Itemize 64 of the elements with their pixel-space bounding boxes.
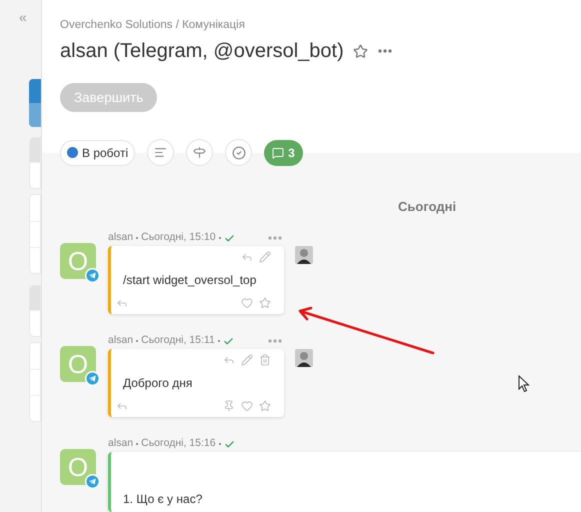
favorite-button[interactable] (258, 296, 272, 310)
reply-icon (116, 400, 128, 412)
contact-avatar: O (60, 346, 96, 382)
favorite-icon (259, 297, 271, 309)
like-icon (241, 297, 253, 309)
message-text: Доброго дня (123, 375, 194, 392)
collapse-button[interactable]: « (19, 7, 27, 28)
more-button[interactable] (378, 49, 392, 54)
sidebar-tab[interactable] (29, 285, 41, 337)
more-icon (268, 339, 282, 343)
star-icon (352, 44, 368, 59)
favorite-button[interactable] (352, 44, 368, 59)
sidebar-tab[interactable] (29, 194, 41, 274)
edit-button[interactable] (240, 353, 254, 367)
like-button[interactable] (240, 296, 254, 310)
checklist-button[interactable] (225, 139, 252, 166)
comments-button[interactable]: 3 (264, 140, 303, 166)
page-title: alsan (Telegram, @oversol_bot) (60, 39, 344, 64)
pin-icon (223, 400, 235, 412)
contact-avatar: O (60, 449, 96, 485)
text-lines-icon (154, 146, 168, 160)
message-text: /start widget_oversol_top (123, 272, 258, 289)
message-author: alsan (108, 333, 134, 348)
edit-icon (241, 354, 253, 366)
reply-icon (223, 354, 235, 366)
message-author: alsan (108, 230, 134, 246)
date-divider: Сьогодні (398, 198, 456, 216)
signpost-icon (193, 146, 206, 160)
more-button[interactable] (268, 339, 282, 343)
sidebar-tab[interactable] (29, 342, 41, 422)
delete-icon (259, 354, 271, 366)
sidebar-tab[interactable] (29, 79, 41, 127)
user-avatar (295, 349, 313, 367)
check-circle-icon (232, 146, 246, 160)
telegram-icon (85, 371, 100, 386)
description-button[interactable] (147, 139, 174, 166)
favorite-icon (259, 400, 271, 412)
sidebar-tab[interactable] (29, 137, 41, 189)
more-button[interactable] (268, 236, 282, 240)
telegram-icon (85, 474, 100, 489)
message-time: Сьогодні, 15:10 (141, 230, 216, 246)
signpost-button[interactable] (186, 139, 214, 166)
message-time: Сьогодні, 15:16 (141, 436, 216, 452)
message-time: Сьогодні, 15:11 (141, 333, 215, 348)
telegram-icon (85, 268, 100, 283)
favorite-button[interactable] (258, 399, 272, 413)
message-author: alsan (108, 436, 134, 452)
more-icon (268, 236, 282, 240)
comment-icon (272, 146, 284, 159)
user-avatar (295, 246, 313, 264)
message-text: 1. Що є у нас? (123, 491, 204, 508)
reply-icon (116, 297, 128, 309)
edit-icon (259, 251, 271, 263)
more-icon (378, 49, 392, 54)
reply-icon (241, 251, 253, 263)
breadcrumb[interactable]: Overchenko Solutions / Комунікація (60, 17, 581, 34)
edit-button[interactable] (258, 250, 272, 264)
like-button[interactable] (240, 399, 254, 413)
delete-button[interactable] (258, 353, 272, 367)
status-pill[interactable]: В роботі (60, 140, 136, 166)
contact-avatar: O (60, 243, 96, 279)
cursor-icon (518, 375, 530, 393)
like-icon (241, 400, 253, 412)
pin-button[interactable] (222, 399, 236, 413)
